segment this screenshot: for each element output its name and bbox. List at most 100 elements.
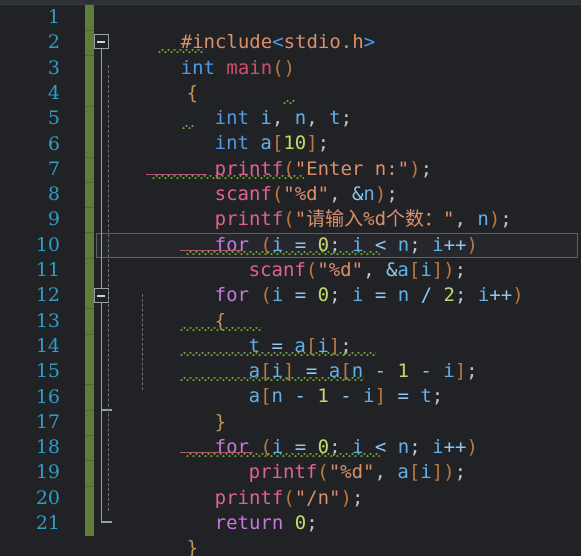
warning-squiggle — [283, 100, 295, 104]
change-bar-divider — [85, 334, 94, 335]
warning-squiggle — [182, 125, 194, 129]
vcs-change-bar[interactable] — [85, 5, 94, 536]
line-number: 7 — [47, 157, 60, 180]
code-text-area[interactable]: #include<stdio.h> int main() { int i, n,… — [100, 5, 581, 556]
assign-operator: = — [283, 284, 318, 307]
angle-close: > — [363, 31, 376, 54]
code-editor[interactable]: 1 2 3 4 5 6 7 8 9 10 11 12 13 14 15 16 1… — [0, 0, 581, 556]
paren-open: ( — [248, 284, 272, 307]
line-number: 20 — [35, 486, 60, 509]
code-line-9[interactable]: for (i = 0; i < n; i++) — [146, 207, 478, 256]
semicolon: ; — [455, 284, 478, 307]
change-bar-divider — [85, 460, 94, 461]
warning-squiggle — [158, 49, 204, 53]
change-bar-divider — [85, 182, 94, 183]
paren-close: ) — [340, 486, 352, 509]
line-number: 16 — [35, 385, 60, 408]
line-number: 15 — [35, 360, 60, 383]
minus-operator: - — [328, 385, 364, 408]
bracket-close: ] — [431, 461, 444, 484]
line-number: 1 — [47, 6, 60, 28]
number-two: 2 — [443, 284, 455, 307]
variable-n: n — [477, 208, 489, 231]
warning-squiggle — [186, 251, 380, 255]
line-number: 10 — [35, 233, 60, 256]
line-number: 8 — [47, 183, 60, 206]
brace-close: } — [186, 537, 199, 556]
code-line-12[interactable]: { — [146, 283, 226, 332]
code-line-11[interactable]: for (i = 0; i = n / 2; i++) — [146, 258, 524, 306]
line-number: 3 — [47, 56, 60, 79]
change-bar-divider — [85, 207, 94, 208]
change-bar-divider — [85, 384, 94, 385]
increment-operator: ++ — [489, 284, 513, 307]
warning-squiggle — [180, 377, 364, 381]
divide-operator: / — [409, 284, 444, 307]
change-bar-divider — [85, 232, 94, 233]
bracket-close: ] — [454, 360, 467, 383]
semicolon: ; — [420, 157, 433, 180]
line-number: 6 — [47, 132, 60, 155]
code-line-8[interactable]: printf("请输入%d个数：", n); — [146, 182, 512, 230]
warning-squiggle — [152, 175, 304, 179]
variable-t: t — [420, 385, 432, 408]
paren-close: ) — [466, 233, 478, 256]
assign-operator: = — [363, 284, 398, 307]
variable-i: i — [351, 284, 364, 307]
change-bar-divider — [85, 30, 94, 31]
semicolon: ; — [351, 486, 364, 509]
line-number: 12 — [35, 284, 60, 307]
line-number: 21 — [35, 512, 60, 534]
indent-guide — [142, 294, 143, 390]
code-line-17[interactable]: for (i = 0; i < n; i++) — [146, 410, 478, 458]
parentheses: () — [272, 56, 296, 79]
gutter[interactable]: 1 2 3 4 5 6 7 8 9 10 11 12 13 14 15 16 1… — [0, 5, 78, 556]
change-bar-divider — [85, 486, 94, 487]
line-number: 2 — [47, 31, 60, 54]
code-line-21[interactable]: } — [118, 511, 198, 556]
variable-a: a — [248, 385, 261, 408]
bracket-close: ] — [374, 385, 387, 408]
header-name: stdio.h — [283, 31, 364, 54]
code-line-6[interactable]: printf("Enter n:"); — [146, 132, 432, 180]
index-i: i — [363, 385, 375, 408]
code-line-16[interactable]: } — [146, 385, 226, 433]
semicolon: ; — [431, 385, 444, 408]
line-number: 4 — [47, 81, 60, 104]
warning-squiggle — [180, 352, 376, 356]
semicolon: ; — [329, 284, 352, 307]
indent-guide — [108, 65, 109, 511]
change-bar-divider — [85, 106, 94, 107]
code-line-5[interactable]: int a[10]; — [146, 106, 329, 154]
number-one: 1 — [317, 385, 329, 408]
code-line-1[interactable]: #include<stdio.h> — [112, 5, 376, 53]
function-name-main: main — [226, 56, 273, 79]
comma: , — [374, 461, 398, 484]
paren-close: ) — [409, 157, 421, 180]
warning-squiggle — [186, 453, 380, 457]
line-number: 9 — [47, 208, 60, 231]
code-line-20[interactable]: return 0; — [146, 486, 318, 534]
line-number: 14 — [35, 334, 60, 357]
code-line-4[interactable]: int i, n, t; — [146, 81, 352, 129]
warning-squiggle — [180, 327, 262, 331]
line-number: 5 — [47, 107, 60, 130]
variable-t: t — [329, 107, 341, 130]
code-line-19[interactable]: printf("/n"); — [146, 460, 364, 509]
variable-n: n — [271, 385, 283, 408]
line-number: 17 — [35, 410, 60, 433]
return-value: 0 — [294, 511, 307, 534]
variable-i: i — [477, 284, 490, 307]
change-bar-divider — [85, 157, 94, 158]
paren-close: ) — [512, 284, 524, 307]
assign-operator: = — [386, 385, 421, 408]
index-i: i — [420, 461, 432, 484]
variable-i: i — [271, 284, 284, 307]
semicolon: ; — [466, 360, 478, 383]
variable-n: n — [397, 284, 410, 307]
code-line-3[interactable]: { — [118, 56, 198, 104]
paren-close: ) — [466, 436, 478, 459]
change-bar-divider — [85, 55, 94, 56]
